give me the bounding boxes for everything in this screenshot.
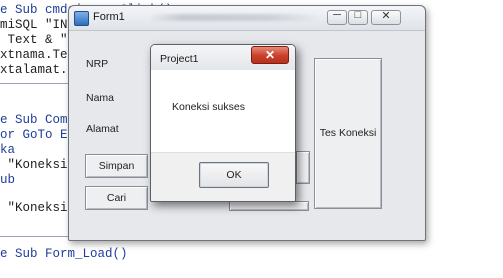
procedure-separator xyxy=(0,83,70,84)
maximize-button[interactable]: □ xyxy=(348,9,368,25)
dialog-message: Koneksi sukses xyxy=(172,101,245,113)
dialog-body: Koneksi sukses xyxy=(151,70,295,152)
label-nama: Nama xyxy=(86,92,115,104)
blurred-title-area xyxy=(149,14,319,21)
code-line: "Koneksi xyxy=(0,201,68,215)
code-text: e Sub Form_Load() xyxy=(0,247,128,261)
code-line: xtnama.Te xyxy=(0,48,68,62)
code-line: e Sub Comm xyxy=(0,113,76,127)
code-line: xtalamat. xyxy=(0,63,68,77)
dialog-title: Project1 xyxy=(160,53,199,65)
code-line: or GoTo Er xyxy=(0,128,76,142)
form1-title: Form1 xyxy=(93,11,125,23)
form-icon xyxy=(74,11,89,26)
tes-koneksi-button[interactable]: Tes Koneksi xyxy=(314,58,382,209)
close-icon: ✕ xyxy=(264,48,276,62)
dialog-footer: OK xyxy=(151,152,295,201)
code-line: ub xyxy=(0,173,16,187)
tes-koneksi-label: Tes Koneksi xyxy=(319,127,377,139)
ok-button[interactable]: OK xyxy=(199,162,269,188)
cari-label: Cari xyxy=(106,192,127,204)
code-line: Text & " xyxy=(0,33,68,47)
hidden-button[interactable] xyxy=(296,151,310,184)
simpan-label: Simpan xyxy=(98,160,135,172)
procedure-separator xyxy=(0,236,70,237)
code-line: "Koneksi xyxy=(0,158,68,172)
code-line: e Sub Form_Load() xyxy=(0,247,128,262)
dialog-titlebar[interactable]: Project1 ✕ xyxy=(151,45,295,70)
dialog-close-button[interactable]: ✕ xyxy=(251,46,289,64)
simpan-button[interactable]: Simpan xyxy=(85,154,148,178)
message-dialog[interactable]: Project1 ✕ Koneksi sukses OK xyxy=(150,44,296,202)
minimize-icon: ─ xyxy=(333,9,341,21)
code-line: miSQL "INS xyxy=(0,18,76,32)
code-line: ka xyxy=(0,143,16,157)
cari-button[interactable]: Cari xyxy=(85,186,148,210)
close-button[interactable]: ✕ xyxy=(371,10,401,25)
hidden-button[interactable] xyxy=(229,201,309,211)
form1-titlebar[interactable]: Form1 ─ □ ✕ xyxy=(69,6,425,31)
label-nrp: NRP xyxy=(86,58,109,70)
label-alamat: Alamat xyxy=(86,123,119,135)
maximize-icon: □ xyxy=(354,9,362,21)
close-icon: ✕ xyxy=(381,10,391,22)
minimize-button[interactable]: ─ xyxy=(327,9,347,25)
